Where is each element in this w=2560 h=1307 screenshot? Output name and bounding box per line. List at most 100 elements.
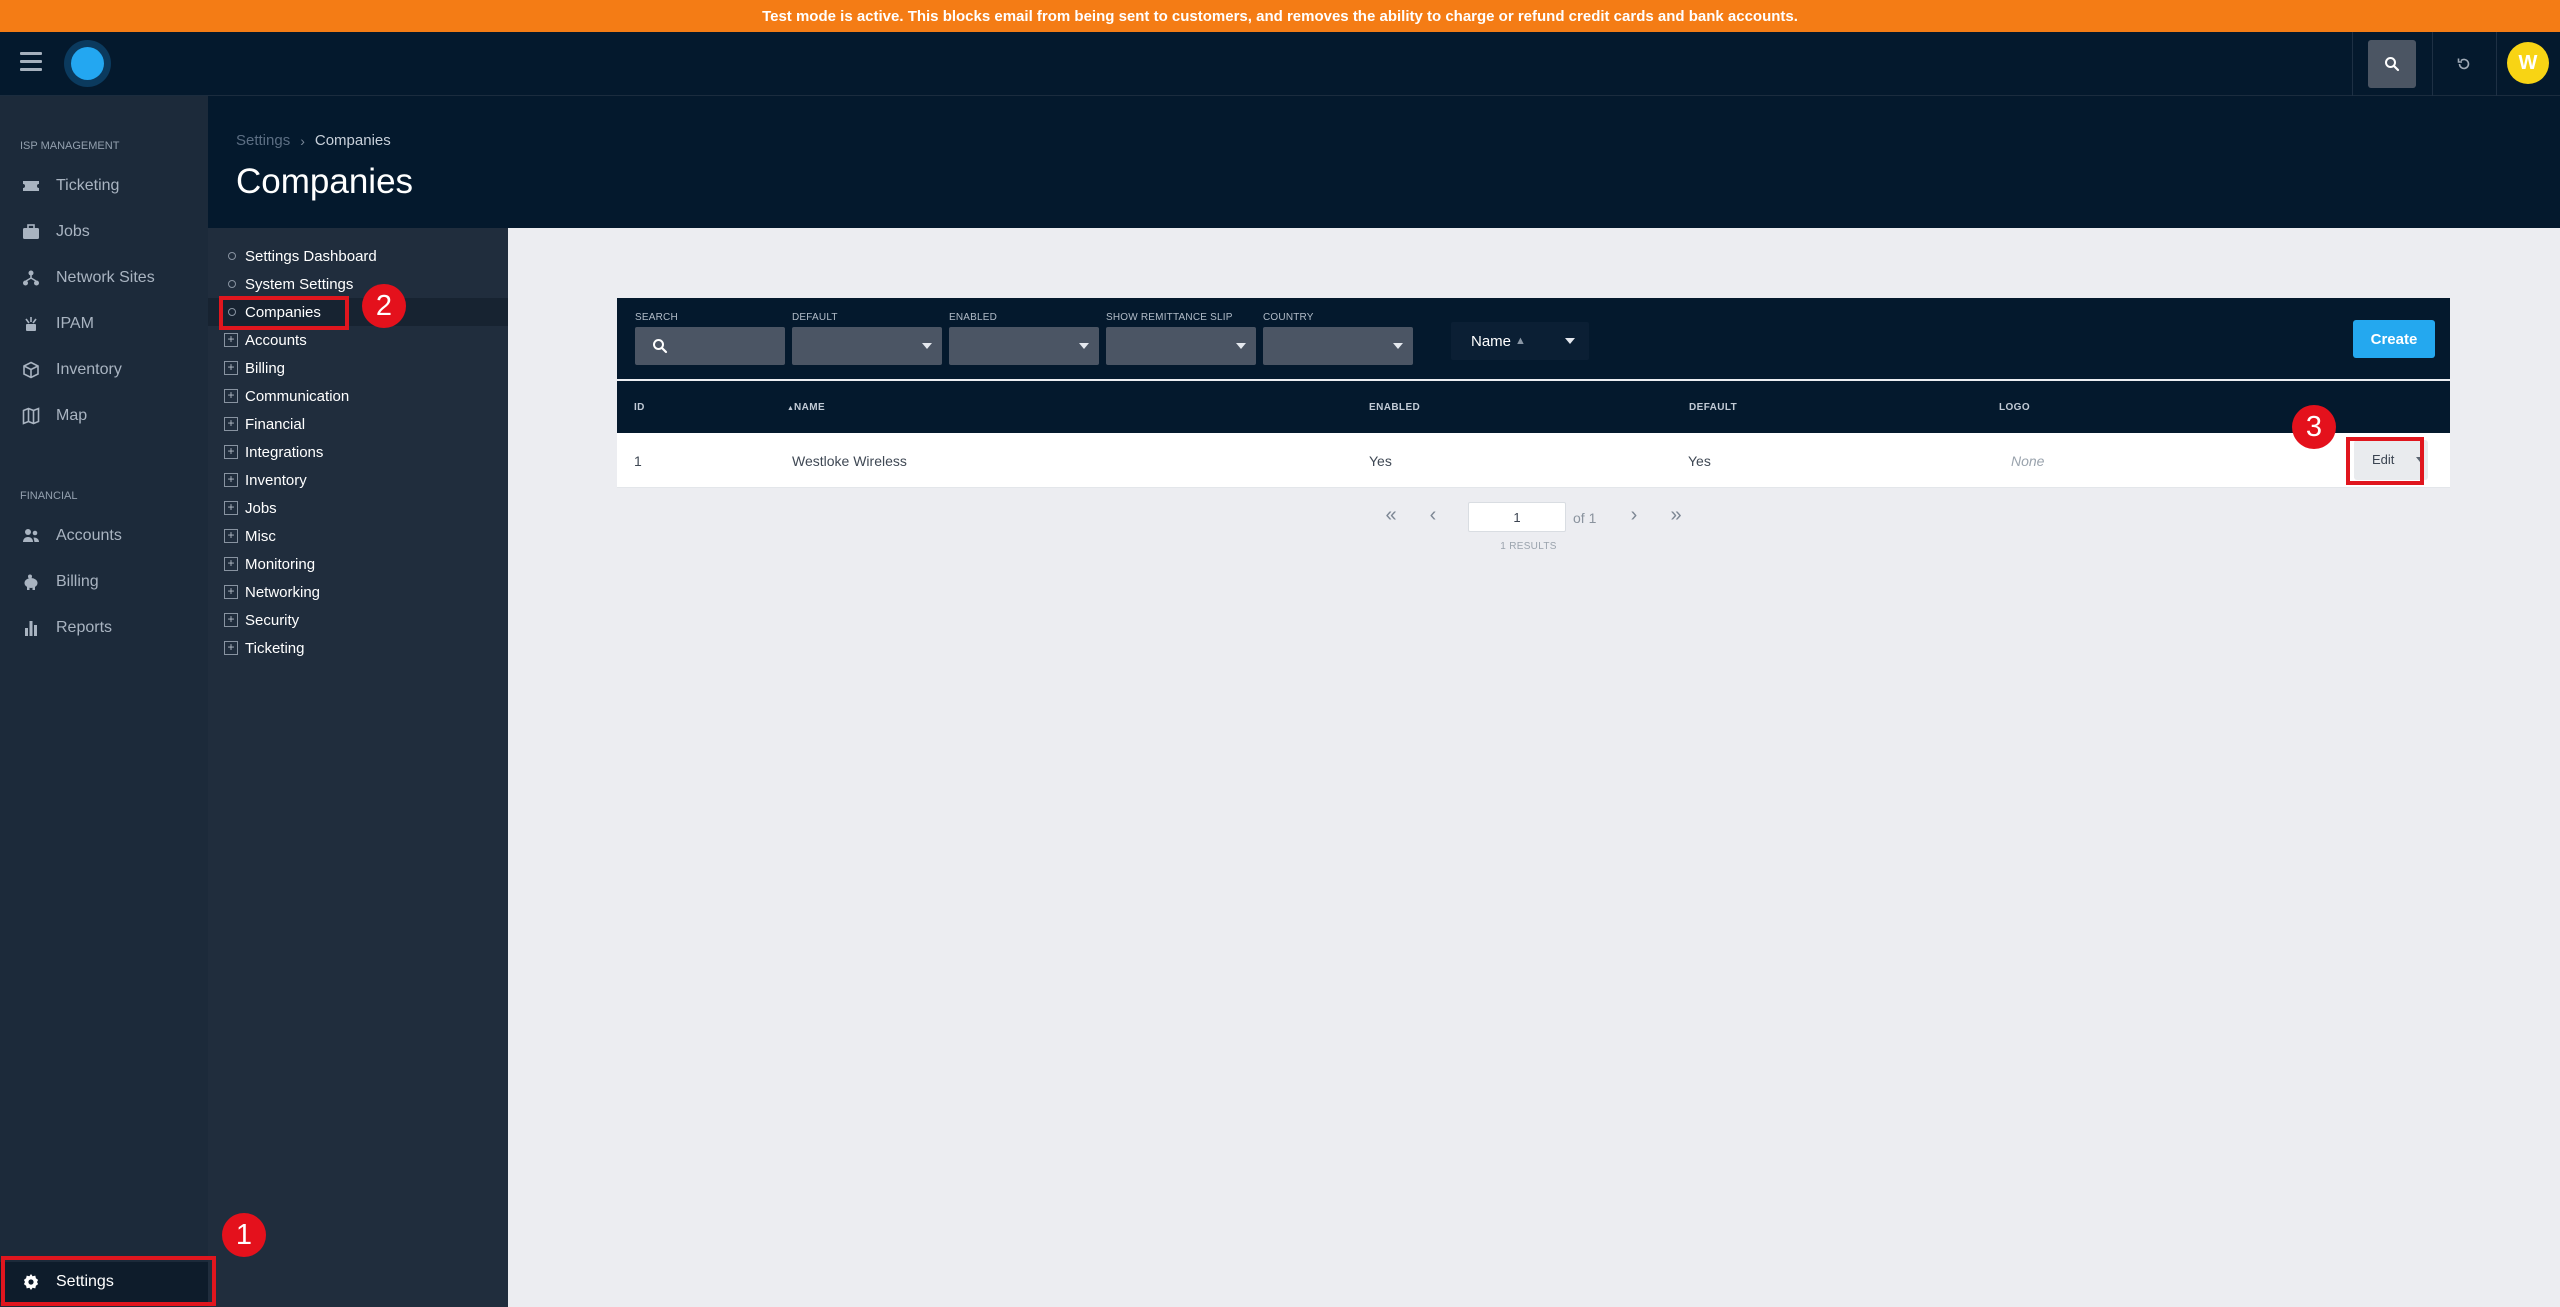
tree-group-misc[interactable]: + Misc — [208, 522, 508, 550]
network-icon — [22, 269, 40, 287]
tree-item-settings-dashboard[interactable]: Settings Dashboard — [208, 242, 508, 270]
expand-icon: + — [224, 613, 238, 627]
page-input[interactable]: 1 — [1468, 502, 1566, 532]
sort-value: Name — [1471, 332, 1512, 350]
create-button[interactable]: Create — [2353, 320, 2435, 358]
country-filter-label: COUNTRY — [1263, 312, 1314, 323]
expand-icon: + — [224, 361, 238, 375]
tree-group-monitoring[interactable]: + Monitoring — [208, 550, 508, 578]
refresh-button[interactable] — [2448, 48, 2480, 80]
cell-name[interactable]: Westloke Wireless — [792, 453, 907, 469]
hamburger-icon[interactable] — [20, 52, 42, 72]
user-avatar[interactable]: W — [2507, 42, 2549, 84]
caret-down-icon — [1236, 343, 1246, 349]
tree-group-ticketing[interactable]: + Ticketing — [208, 634, 508, 662]
column-header-default[interactable]: DEFAULT — [1689, 402, 1737, 413]
sidebar-item-inventory[interactable]: Inventory — [0, 350, 208, 390]
avatar-initial: W — [2518, 51, 2538, 74]
table-header: ID ▲ NAME ENABLED DEFAULT LOGO — [617, 381, 2450, 433]
last-page-icon[interactable]: » — [1664, 503, 1688, 527]
tree-group-financial[interactable]: + Financial — [208, 410, 508, 438]
sidebar-item-network-sites[interactable]: Network Sites — [0, 258, 208, 298]
sidebar-item-reports[interactable]: Reports — [0, 608, 208, 648]
highlight-settings — [1, 1256, 216, 1306]
tree-item-label: Ticketing — [245, 639, 305, 657]
tree-group-integrations[interactable]: + Integrations — [208, 438, 508, 466]
breadcrumb: Settings › Companies — [236, 132, 391, 149]
prev-page-icon[interactable]: ‹ — [1421, 503, 1445, 527]
tree-group-networking[interactable]: + Networking — [208, 578, 508, 606]
remittance-filter-select[interactable] — [1106, 327, 1256, 365]
tree-group-security[interactable]: + Security — [208, 606, 508, 634]
app-logo[interactable] — [64, 40, 111, 87]
column-header-logo: LOGO — [1999, 402, 2031, 413]
search-input[interactable] — [635, 327, 785, 365]
tree-group-communication[interactable]: + Communication — [208, 382, 508, 410]
piggy-bank-icon — [22, 573, 40, 591]
sidebar-item-map[interactable]: Map — [0, 396, 208, 436]
users-icon — [22, 527, 40, 545]
test-mode-banner: Test mode is active. This blocks email f… — [0, 0, 2560, 32]
page-title: Companies — [236, 162, 414, 201]
cell-logo: None — [2011, 453, 2045, 469]
tree-item-system-settings[interactable]: System Settings — [208, 270, 508, 298]
sidebar-item-billing[interactable]: Billing — [0, 562, 208, 602]
tree-item-label: Misc — [245, 527, 276, 545]
tree-item-label: Accounts — [245, 331, 307, 349]
sort-select[interactable]: Name ▲ — [1451, 322, 1589, 360]
sidebar-item-ipam[interactable]: IPAM — [0, 304, 208, 344]
page-header: Settings › Companies Companies — [208, 96, 2560, 228]
page-total: of 1 — [1573, 510, 1597, 526]
cell-enabled: Yes — [1369, 453, 1392, 469]
enabled-filter-select[interactable] — [949, 327, 1099, 365]
tree-group-inventory[interactable]: + Inventory — [208, 466, 508, 494]
sidebar-item-accounts[interactable]: Accounts — [0, 516, 208, 556]
tree-item-label: Communication — [245, 387, 350, 405]
step-badge-3: 3 — [2292, 405, 2336, 449]
tree-item-label: Jobs — [245, 499, 277, 517]
step-badge-2: 2 — [362, 284, 406, 328]
caret-down-icon — [1393, 343, 1403, 349]
column-header-enabled[interactable]: ENABLED — [1369, 402, 1420, 413]
step-badge-1: 1 — [222, 1213, 266, 1257]
sidebar-item-label: Network Sites — [56, 269, 155, 286]
expand-icon: + — [224, 641, 238, 655]
cell-default: Yes — [1688, 453, 1711, 469]
default-filter-label: DEFAULT — [792, 312, 838, 323]
expand-icon: + — [224, 389, 238, 403]
sidebar-item-ticketing[interactable]: Ticketing — [0, 166, 208, 206]
tree-item-label: Inventory — [245, 471, 307, 489]
remittance-filter-label: SHOW REMITTANCE SLIP — [1106, 312, 1233, 323]
ipam-icon — [22, 315, 40, 333]
box-icon — [22, 361, 40, 379]
results-count: 1 RESULTS — [1500, 541, 1557, 552]
tree-item-label: Integrations — [245, 443, 324, 461]
tree-item-label: System Settings — [245, 275, 354, 293]
tree-group-billing[interactable]: + Billing — [208, 354, 508, 382]
table-row[interactable]: 1 Westloke Wireless Yes Yes None Edit — [617, 433, 2450, 488]
sidebar-item-label: Accounts — [56, 527, 122, 544]
expand-icon: + — [224, 333, 238, 347]
refresh-icon — [2457, 58, 2470, 70]
country-filter-select[interactable] — [1263, 327, 1413, 365]
tree-item-label: Networking — [245, 583, 321, 601]
default-filter-select[interactable] — [792, 327, 942, 365]
expand-icon: + — [224, 445, 238, 459]
enabled-filter-label: ENABLED — [949, 312, 998, 323]
global-search-button[interactable] — [2368, 40, 2416, 88]
tree-group-accounts[interactable]: + Accounts — [208, 326, 508, 354]
sidebar-item-jobs[interactable]: Jobs — [0, 212, 208, 252]
column-header-id[interactable]: ID — [634, 402, 645, 413]
nav-heading-financial: FINANCIAL — [20, 490, 78, 502]
sidebar-item-label: Map — [56, 407, 88, 424]
highlight-edit — [2346, 437, 2424, 485]
breadcrumb-settings-link[interactable]: Settings — [236, 132, 290, 149]
tree-group-jobs[interactable]: + Jobs — [208, 494, 508, 522]
tree-item-label: Monitoring — [245, 555, 316, 573]
column-header-name[interactable]: NAME — [794, 402, 825, 413]
briefcase-icon — [22, 223, 40, 241]
next-page-icon[interactable]: › — [1622, 503, 1646, 527]
chevron-right-icon: › — [300, 132, 305, 149]
first-page-icon[interactable]: « — [1379, 503, 1403, 527]
circle-icon — [228, 252, 236, 260]
